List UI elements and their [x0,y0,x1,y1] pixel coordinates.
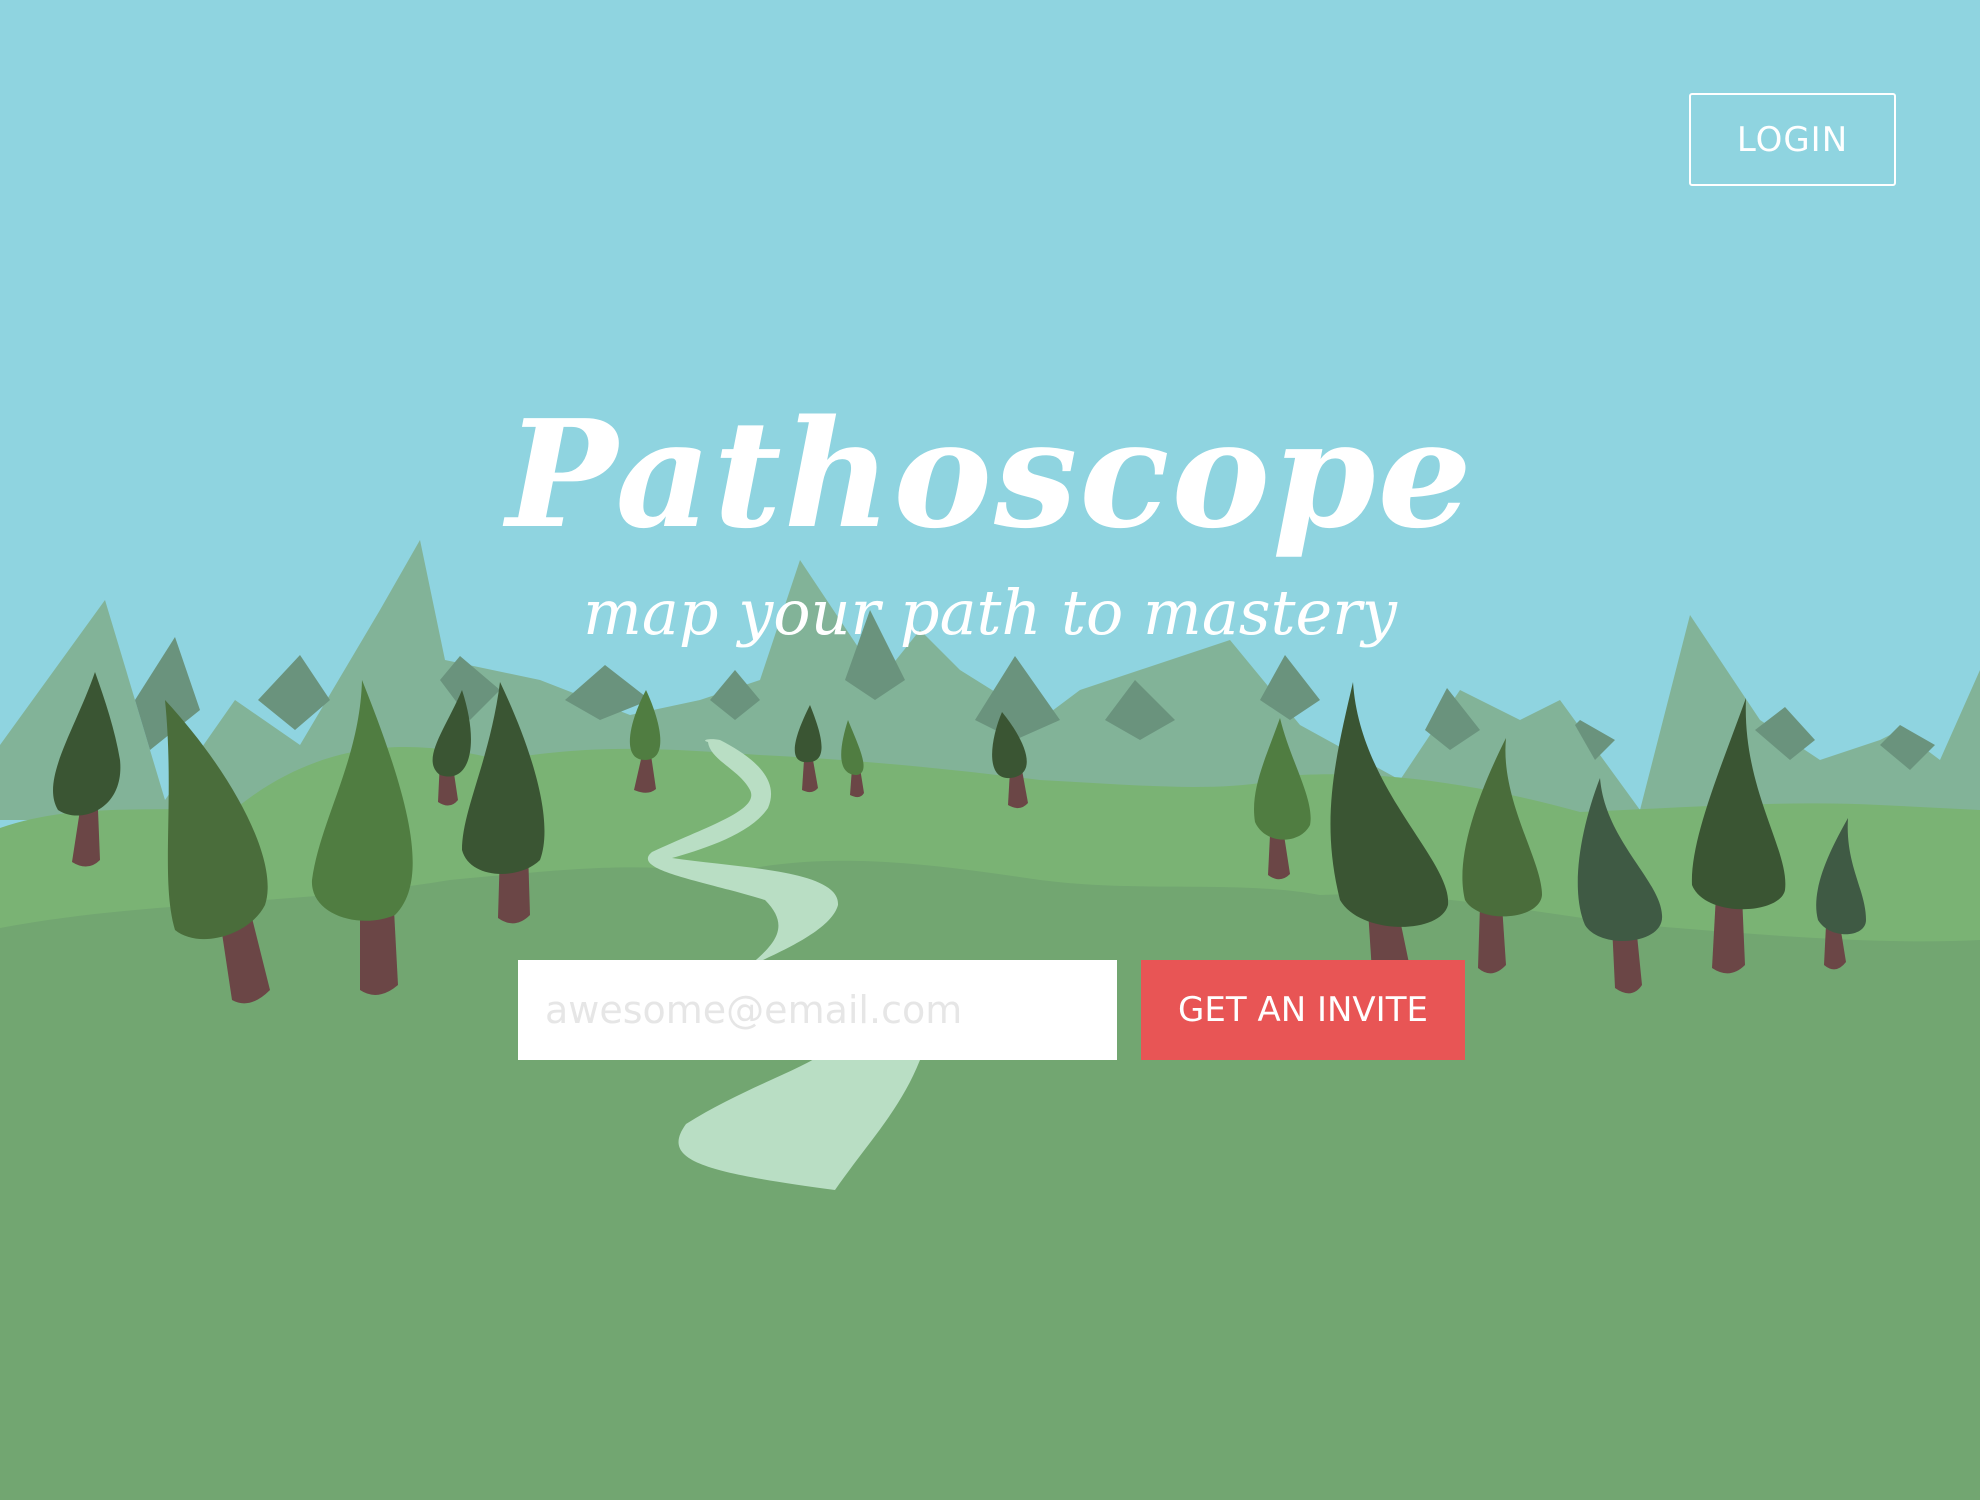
login-button[interactable]: LOGIN [1689,93,1896,186]
brand-title: Pathoscope [506,387,1474,561]
landscape-illustration [0,0,1980,1500]
tagline: map your path to mastery [583,576,1397,649]
get-invite-button[interactable]: GET AN INVITE [1141,960,1465,1060]
signup-form: GET AN INVITE [518,960,1465,1060]
email-input[interactable] [518,960,1117,1060]
ground [0,860,1980,1500]
